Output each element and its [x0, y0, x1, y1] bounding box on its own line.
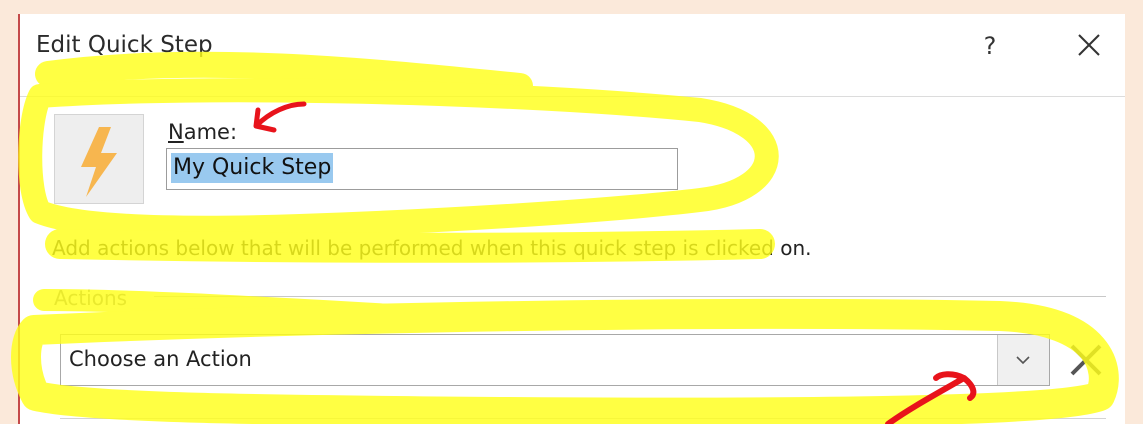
name-input-selected-text: My Quick Step	[171, 153, 334, 183]
title-bar: Edit Quick Step ?	[20, 14, 1125, 97]
lightning-bolt-icon	[81, 127, 117, 197]
action-dropdown-button[interactable]	[997, 335, 1049, 385]
dialog-title: Edit Quick Step	[36, 32, 213, 58]
remove-action-icon	[1070, 344, 1102, 376]
remove-action-button[interactable]	[1066, 340, 1106, 380]
actions-description: Add actions below that will be performed…	[52, 236, 812, 260]
close-icon	[1078, 34, 1100, 56]
quick-step-icon-button[interactable]	[54, 114, 144, 204]
section-divider	[60, 418, 1106, 419]
name-label: Name:	[168, 120, 237, 144]
name-label-text: ame:	[183, 120, 238, 144]
action-select-value: Choose an Action	[69, 347, 252, 371]
name-label-accelerator: N	[168, 120, 184, 144]
close-button[interactable]	[1072, 30, 1106, 62]
actions-section-label: Actions	[54, 286, 128, 310]
edit-quick-step-dialog: Edit Quick Step ? Name: My Quick Step Ad…	[18, 14, 1125, 424]
name-input[interactable]: My Quick Step	[166, 148, 678, 190]
chevron-down-icon	[1016, 356, 1030, 365]
action-select[interactable]: Choose an Action	[60, 334, 1050, 386]
actions-divider	[154, 296, 1106, 297]
help-button[interactable]: ?	[976, 30, 1004, 62]
